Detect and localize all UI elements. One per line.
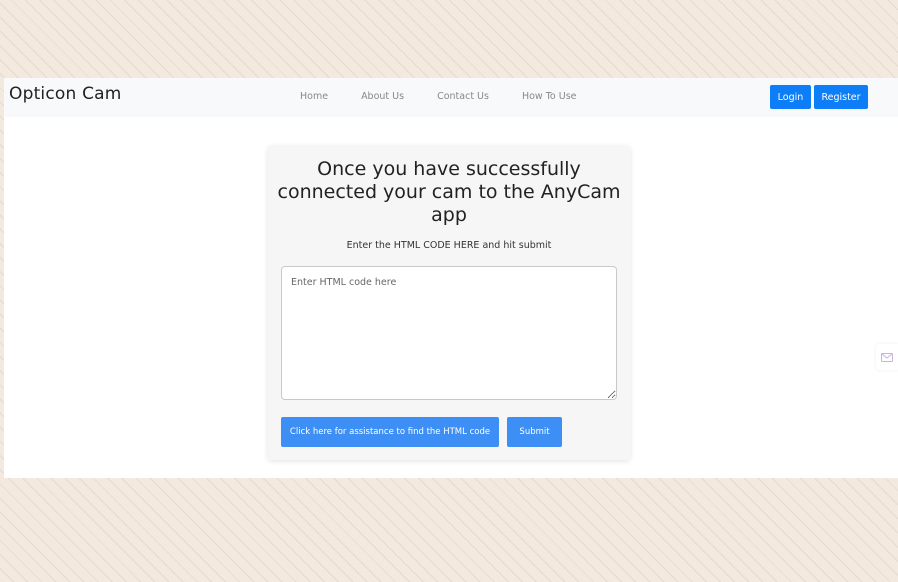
side-widget[interactable] (876, 344, 898, 370)
card-title: Once you have successfully connected you… (277, 158, 621, 226)
mail-icon (881, 352, 893, 362)
html-code-textarea[interactable] (281, 266, 617, 400)
card-subtitle: Enter the HTML CODE HERE and hit submit (346, 240, 552, 251)
login-button[interactable]: Login (770, 85, 811, 109)
nav-link-contact-us[interactable]: Contact Us (437, 91, 489, 102)
app-window: Opticon Cam Home About Us Contact Us How… (4, 78, 898, 478)
submit-button[interactable]: Submit (507, 417, 562, 447)
nav-links: Home About Us Contact Us How To Use (300, 91, 609, 102)
nav-link-how-to-use[interactable]: How To Use (522, 91, 577, 102)
register-button[interactable]: Register (814, 85, 868, 109)
brand-logo[interactable]: Opticon Cam (9, 84, 122, 104)
navbar: Opticon Cam Home About Us Contact Us How… (4, 78, 898, 117)
nav-link-about-us[interactable]: About Us (361, 91, 404, 102)
assistance-button[interactable]: Click here for assistance to find the HT… (281, 417, 499, 447)
nav-link-home[interactable]: Home (300, 91, 328, 102)
html-code-card: Once you have successfully connected you… (268, 146, 630, 460)
